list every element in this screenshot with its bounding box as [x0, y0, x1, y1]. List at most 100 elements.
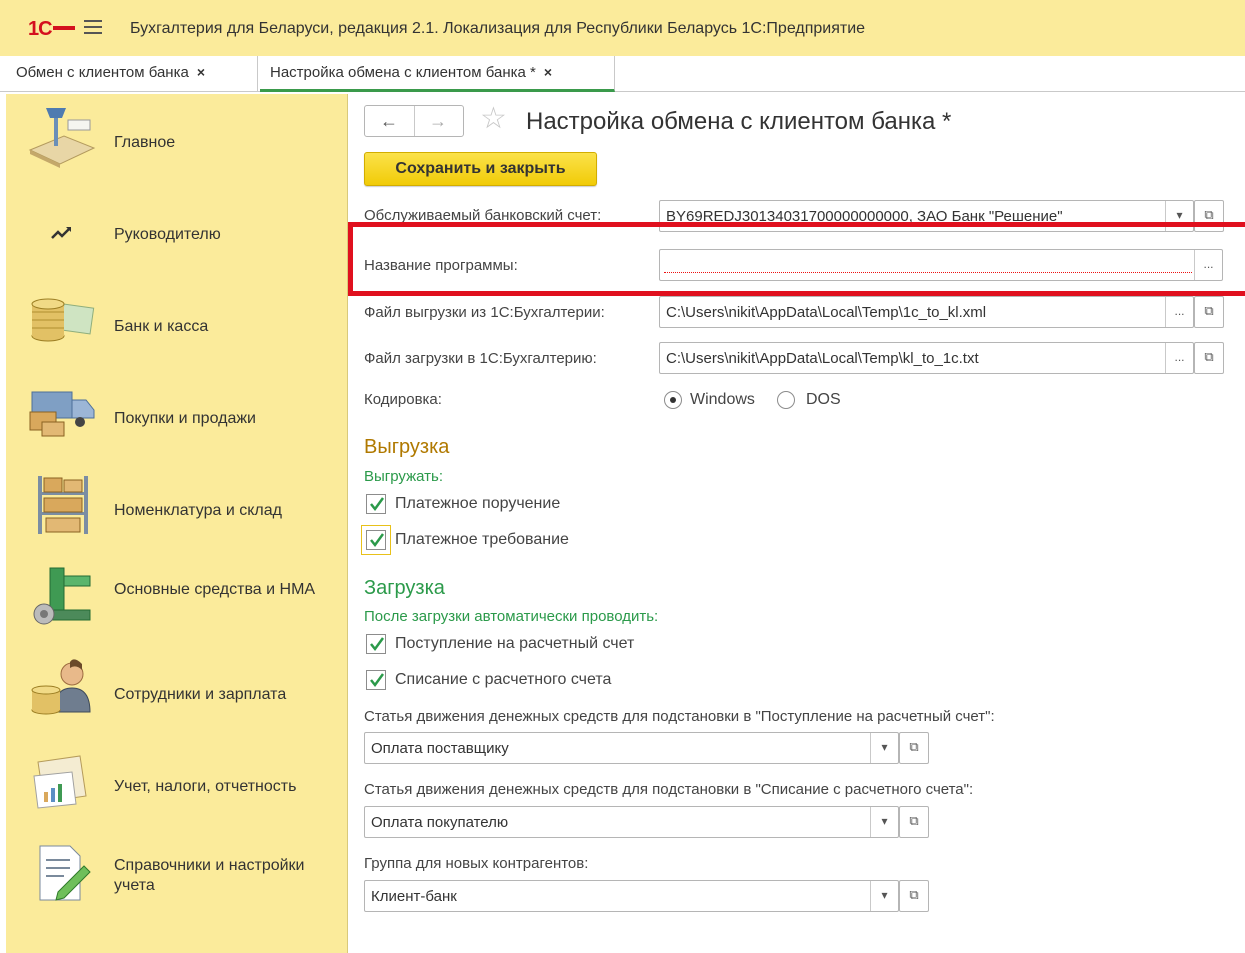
checkmark-icon [370, 497, 385, 512]
checkmark-icon [370, 637, 385, 652]
encoding-windows-label[interactable]: Windows [690, 391, 755, 409]
document-pencil-icon [39, 845, 91, 901]
import-subtitle: После загрузки автоматически проводить: [364, 608, 659, 625]
cash-flow-writeoff-label: Статья движения денежных средств для под… [364, 781, 974, 798]
warehouse-shelf-icon [38, 476, 88, 534]
sidebar-item-label: Номенклатура и склад [114, 502, 282, 519]
cash-flow-writeoff-value: Оплата покупателю [371, 814, 509, 831]
program-name-label: Название программы: [364, 257, 518, 274]
sidebar-item-bank[interactable]: Банк и касса [6, 286, 346, 376]
checkmark-icon [370, 533, 385, 548]
tab-label: Обмен с клиентом банка [16, 64, 189, 81]
chevron-down-icon[interactable]: ▾ [870, 881, 898, 911]
required-underline [664, 272, 1192, 273]
export-file-field[interactable]: C:\Users\nikit\AppData\Local\Temp\1c_to_… [659, 296, 1194, 328]
cash-flow-receipt-value: Оплата поставщику [371, 740, 509, 757]
tab-bank-exchange[interactable]: Обмен с клиентом банка × [6, 56, 258, 92]
cash-flow-receipt-label: Статья движения денежных средств для под… [364, 708, 995, 725]
sidebar-item-employees[interactable]: Сотрудники и зарплата [6, 654, 346, 744]
open-icon[interactable]: ⧉ [1194, 296, 1224, 328]
cash-flow-writeoff-field[interactable]: Оплата покупателю ▾ [364, 806, 899, 838]
tab-bar: Обмен с клиентом банка × Настройка обмена… [0, 56, 1245, 92]
counterparty-group-field[interactable]: Клиент-банк ▾ [364, 880, 899, 912]
sidebar-item-sales[interactable]: Покупки и продажи [6, 378, 346, 468]
close-icon[interactable]: × [544, 64, 552, 80]
bank-account-value: BY69REDJ30134031700000000000, ЗАО Банк "… [666, 208, 1063, 225]
sidebar-item-label: Сотрудники и зарплата [114, 686, 287, 703]
counterparty-group-value: Клиент-банк [371, 888, 457, 905]
select-dots-icon[interactable]: ... [1165, 297, 1193, 327]
sidebar-item-label: Банк и касса [114, 318, 209, 335]
writeoff-label[interactable]: Списание с расчетного счета [395, 671, 611, 689]
app-title: Бухгалтерия для Беларуси, редакция 2.1. … [130, 20, 866, 37]
select-dots-icon[interactable]: ... [1165, 343, 1193, 373]
title-bar: 1С Бухгалтерия для Беларуси, редакция 2.… [0, 0, 1245, 56]
open-icon[interactable]: ⧉ [899, 732, 929, 764]
cash-flow-receipt-field[interactable]: Оплата поставщику ▾ [364, 732, 899, 764]
select-dots-icon[interactable]: ... [1194, 250, 1222, 280]
program-name-field[interactable]: ... [659, 249, 1223, 281]
export-file-label: Файл выгрузки из 1С:Бухгалтерии: [364, 304, 605, 321]
delivery-truck-icon [29, 391, 95, 437]
sidebar-item-label: Основные средства и НМА [114, 581, 316, 598]
desk-lamp-icon [28, 108, 96, 168]
import-file-field[interactable]: C:\Users\nikit\AppData\Local\Temp\kl_to_… [659, 342, 1194, 374]
bank-account-label: Обслуживаемый банковский счет: [364, 207, 602, 224]
history-nav: ← → [364, 105, 464, 137]
sidebar-item-label: Справочники и настройки учета [114, 857, 305, 894]
chevron-down-icon[interactable]: ▾ [870, 807, 898, 837]
machine-tool-icon [33, 567, 91, 625]
import-section-title: Загрузка [364, 577, 445, 599]
sidebar-item-label: Покупки и продажи [114, 410, 256, 427]
tab-label: Настройка обмена с клиентом банка * [270, 64, 536, 81]
encoding-dos-radio[interactable] [777, 391, 795, 409]
encoding-label: Кодировка: [364, 391, 442, 408]
trend-chart-icon [51, 227, 71, 239]
close-icon[interactable]: × [197, 64, 205, 80]
payment-order-checkbox[interactable] [366, 494, 386, 514]
save-and-close-button[interactable]: Сохранить и закрыть [364, 152, 597, 186]
chevron-down-icon[interactable]: ▾ [870, 733, 898, 763]
export-subtitle: Выгружать: [364, 468, 443, 485]
sidebar-item-label: Учет, налоги, отчетность [114, 778, 297, 795]
sidebar-item-label: Главное [114, 134, 176, 151]
tab-bank-exchange-settings[interactable]: Настройка обмена с клиентом банка * × [260, 56, 615, 92]
open-icon[interactable]: ⧉ [1194, 200, 1224, 232]
payment-order-label[interactable]: Платежное поручение [395, 495, 560, 513]
payment-request-label[interactable]: Платежное требование [395, 531, 569, 549]
form-area: ← → ☆ Настройка обмена с клиентом банка … [348, 94, 1245, 953]
favorite-star-icon[interactable]: ☆ [480, 104, 507, 134]
back-arrow-icon[interactable]: ← [380, 111, 398, 132]
counterparty-group-label: Группа для новых контрагентов: [364, 855, 589, 872]
receipt-label[interactable]: Поступление на расчетный счет [395, 635, 634, 653]
chevron-down-icon[interactable]: ▾ [1165, 201, 1193, 231]
sidebar-item-main[interactable]: Главное [6, 102, 346, 192]
coins-banknotes-icon [31, 298, 95, 342]
import-file-label: Файл загрузки в 1С:Бухгалтерию: [364, 350, 597, 367]
sidebar-item-fixed-assets[interactable]: Основные средства и НМА [6, 562, 346, 652]
sidebar-item-settings[interactable]: Справочники и настройки учета [6, 838, 346, 928]
employee-coins-icon [31, 659, 91, 715]
forward-arrow-icon[interactable]: → [429, 111, 447, 132]
export-file-value: C:\Users\nikit\AppData\Local\Temp\1c_to_… [666, 304, 987, 321]
encoding-dos-label[interactable]: DOS [806, 391, 841, 409]
import-file-value: C:\Users\nikit\AppData\Local\Temp\kl_to_… [666, 350, 979, 367]
sidebar-item-manager[interactable]: Руководителю [6, 194, 346, 284]
page-title: Настройка обмена с клиентом банка * [526, 108, 952, 135]
checkmark-icon [370, 673, 385, 688]
reports-chart-icon [33, 755, 87, 809]
encoding-windows-radio[interactable] [664, 391, 682, 409]
sidebar-item-reports[interactable]: Учет, налоги, отчетность [6, 746, 346, 836]
sidebar-item-label: Руководителю [114, 226, 221, 243]
bank-account-field[interactable]: BY69REDJ30134031700000000000, ЗАО Банк "… [659, 200, 1194, 232]
sidebar-item-warehouse[interactable]: Номенклатура и склад [6, 470, 346, 560]
payment-request-checkbox[interactable] [366, 530, 386, 550]
open-icon[interactable]: ⧉ [1194, 342, 1224, 374]
open-icon[interactable]: ⧉ [899, 806, 929, 838]
receipt-checkbox[interactable] [366, 634, 386, 654]
sections-panel: Главное Руководителю Банк и касса Покупк… [6, 94, 348, 953]
main-menu-icon[interactable] [84, 20, 102, 38]
app-logo[interactable]: 1С [28, 18, 75, 41]
open-icon[interactable]: ⧉ [899, 880, 929, 912]
writeoff-checkbox[interactable] [366, 670, 386, 690]
